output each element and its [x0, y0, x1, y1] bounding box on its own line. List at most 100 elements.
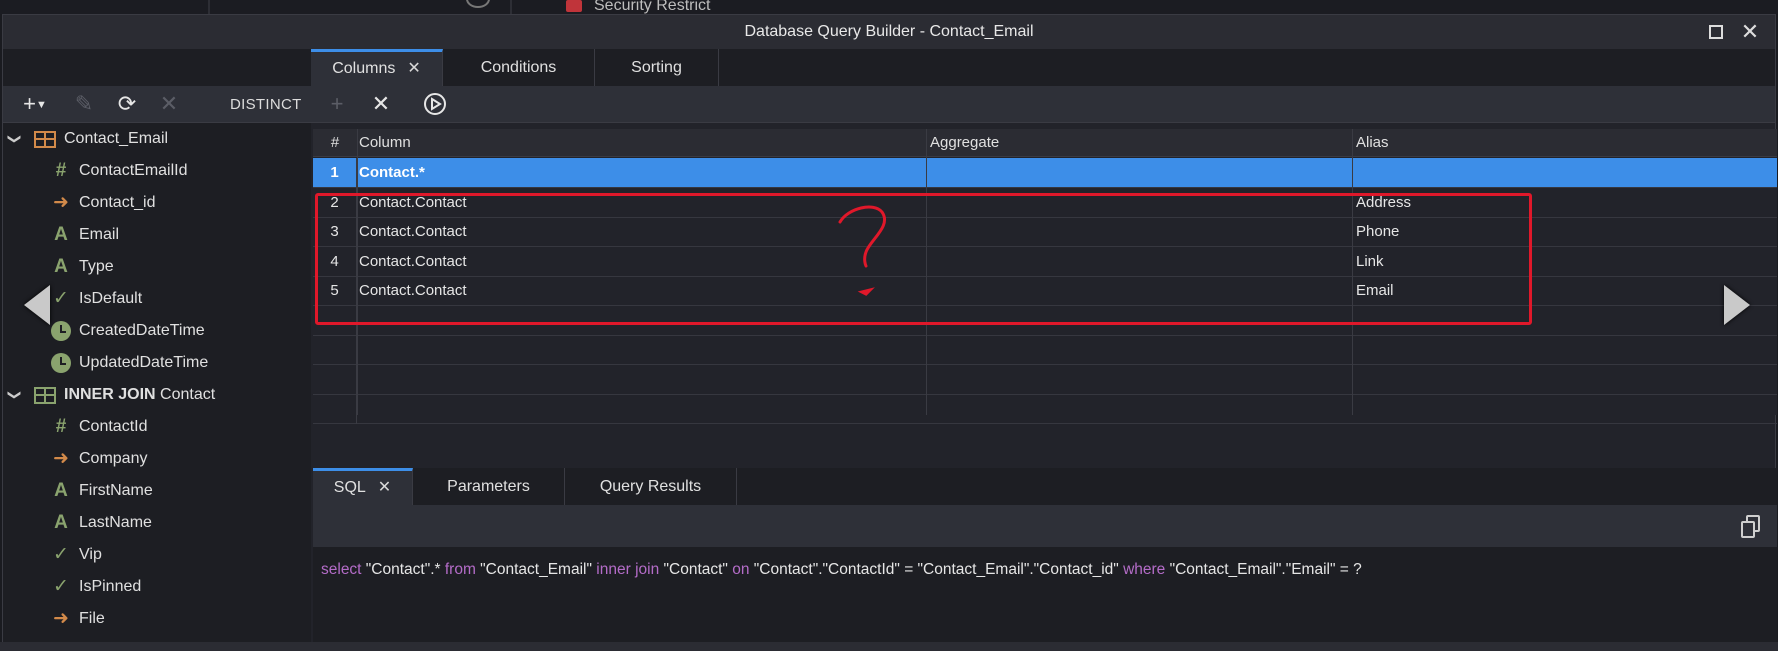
- nav-right-arrow-icon[interactable]: [1724, 285, 1750, 325]
- boolean-check-icon: ✓: [53, 576, 69, 597]
- tree-field-label: FirstName: [79, 482, 153, 499]
- header-aggregate[interactable]: Aggregate: [930, 129, 999, 157]
- text-field-icon: A: [54, 512, 68, 533]
- column-cell[interactable]: Contact.*: [359, 158, 425, 188]
- grid-header: # Column Aggregate Alias: [313, 129, 1777, 157]
- background-divider: [208, 0, 210, 14]
- tree-field-label: IsDefault: [79, 290, 143, 307]
- tab-label: Columns: [332, 60, 396, 77]
- header-alias[interactable]: Alias: [1356, 129, 1389, 157]
- sql-fragment: "Contact": [659, 561, 733, 578]
- foreign-key-arrow-icon: ➜: [53, 608, 69, 629]
- header-num: #: [330, 134, 340, 151]
- text-field-icon: A: [54, 224, 68, 245]
- remove-column-icon[interactable]: ✕: [369, 92, 393, 116]
- maximize-button[interactable]: [1705, 21, 1727, 43]
- text-field-icon: A: [54, 256, 68, 277]
- tree-table-label: Contact_Email: [64, 130, 169, 147]
- tab-label: SQL: [333, 479, 366, 496]
- tab-conditions[interactable]: Conditions: [443, 49, 595, 86]
- query-builder-window: Database Query Builder - Contact_Email ✕…: [2, 14, 1777, 651]
- schema-tree: ❯ Contact_Email # ContactEmailId ➜ Contact_id…: [3, 123, 311, 651]
- delete-icon[interactable]: ✕: [157, 92, 181, 116]
- tree-field-label: LastName: [79, 514, 152, 531]
- tab-parameters[interactable]: Parameters: [413, 468, 565, 505]
- toolbar: +▼ ✎ ⟳ ✕ DISTINCT + ✕: [3, 86, 1775, 123]
- distinct-button[interactable]: DISTINCT: [230, 96, 302, 113]
- row-number: [313, 394, 357, 424]
- top-tab-bar: Columns ✕ Conditions Sorting: [3, 49, 1775, 86]
- sql-fragment: "Contact_Email": [475, 561, 597, 578]
- number-field-icon: #: [55, 416, 67, 437]
- sql-fragment: "Contact"."ContactId" = "Contact_Email".…: [749, 561, 1124, 578]
- boolean-check-icon: ✓: [53, 544, 69, 565]
- close-tab-icon[interactable]: ✕: [378, 479, 391, 496]
- table-row[interactable]: [313, 335, 1777, 365]
- edit-pencil-icon[interactable]: ✎: [71, 92, 97, 116]
- sql-keyword: select: [321, 561, 362, 578]
- tree-field-label: Type: [79, 258, 114, 275]
- tab-label: Parameters: [447, 478, 530, 495]
- background-divider: [510, 0, 512, 14]
- security-restrict-label: Security Restrict: [594, 0, 711, 14]
- sql-fragment: "Contact".*: [361, 561, 445, 578]
- annotation-question-mark: [838, 205, 886, 296]
- sql-keyword: where: [1123, 561, 1166, 578]
- tab-query-results[interactable]: Query Results: [565, 468, 737, 505]
- table-row[interactable]: [313, 364, 1777, 395]
- tree-table-label: INNER JOIN Contact: [64, 386, 216, 403]
- table-icon: [34, 123, 56, 159]
- background-window-strip: Security Restrict: [0, 0, 1778, 14]
- boolean-check-icon: ✓: [53, 288, 69, 309]
- foreign-key-arrow-icon: ➜: [53, 192, 69, 213]
- tree-field-label: Vip: [79, 546, 102, 563]
- header-column[interactable]: Column: [359, 129, 411, 157]
- tab-label: Sorting: [631, 59, 682, 76]
- tab-label: Query Results: [599, 478, 702, 495]
- tab-label: Conditions: [480, 59, 557, 76]
- bottom-tab-bar: SQL ✕ Parameters Query Results: [313, 468, 1777, 505]
- refresh-icon[interactable]: ⟳: [113, 92, 141, 116]
- add-column-icon[interactable]: +: [325, 92, 349, 116]
- table-row[interactable]: [313, 394, 1777, 424]
- row-number: 1: [313, 158, 357, 188]
- tree-field-label: File: [79, 610, 105, 627]
- sql-toolbar: [313, 505, 1777, 547]
- chevron-down-icon[interactable]: ❯: [3, 390, 30, 401]
- add-dropdown-button[interactable]: +▼: [15, 92, 55, 116]
- copy-icon[interactable]: [1741, 515, 1760, 538]
- nav-left-arrow-icon[interactable]: [24, 285, 50, 325]
- tree-field-label: Company: [79, 450, 148, 467]
- lock-icon: [566, 0, 582, 12]
- title-bar: Database Query Builder - Contact_Email ✕: [3, 15, 1775, 49]
- chevron-down-icon[interactable]: ❯: [3, 134, 30, 145]
- sql-keyword: inner join: [596, 561, 660, 578]
- tree-field-label: CreatedDateTime: [79, 322, 205, 339]
- tree-field-label: ContactEmailId: [79, 162, 188, 179]
- tree-field-label: IsPinned: [79, 578, 142, 595]
- tree-field-label: UpdatedDateTime: [79, 354, 209, 371]
- tab-sorting[interactable]: Sorting: [595, 49, 719, 86]
- text-field-icon: A: [54, 480, 68, 501]
- table-icon: [34, 379, 56, 415]
- maximize-icon: [1709, 25, 1723, 39]
- table-row[interactable]: 1 Contact.*: [313, 158, 1777, 188]
- row-number: [313, 335, 357, 365]
- tree-field-label: Email: [79, 226, 120, 243]
- sql-fragment: "Contact_Email"."Email" = ?: [1165, 561, 1362, 578]
- background-circle-icon: [466, 0, 490, 8]
- foreign-key-arrow-icon: ➜: [53, 448, 69, 469]
- close-window-button[interactable]: ✕: [1739, 21, 1761, 43]
- tree-field-label: ContactId: [79, 418, 148, 435]
- run-query-icon[interactable]: [423, 92, 447, 116]
- tab-sql[interactable]: SQL ✕: [313, 468, 413, 505]
- status-strip: [0, 642, 1778, 651]
- tree-field-label: Contact_id: [79, 194, 156, 211]
- number-field-icon: #: [55, 160, 67, 181]
- tab-columns[interactable]: Columns ✕: [311, 49, 443, 86]
- sql-text[interactable]: select "Contact".* from "Contact_Email" …: [313, 547, 1777, 651]
- window-title: Database Query Builder - Contact_Email: [744, 23, 1034, 40]
- annotation-highlight-box: [315, 193, 1532, 325]
- sql-keyword: from: [444, 561, 476, 578]
- close-tab-icon[interactable]: ✕: [407, 60, 420, 77]
